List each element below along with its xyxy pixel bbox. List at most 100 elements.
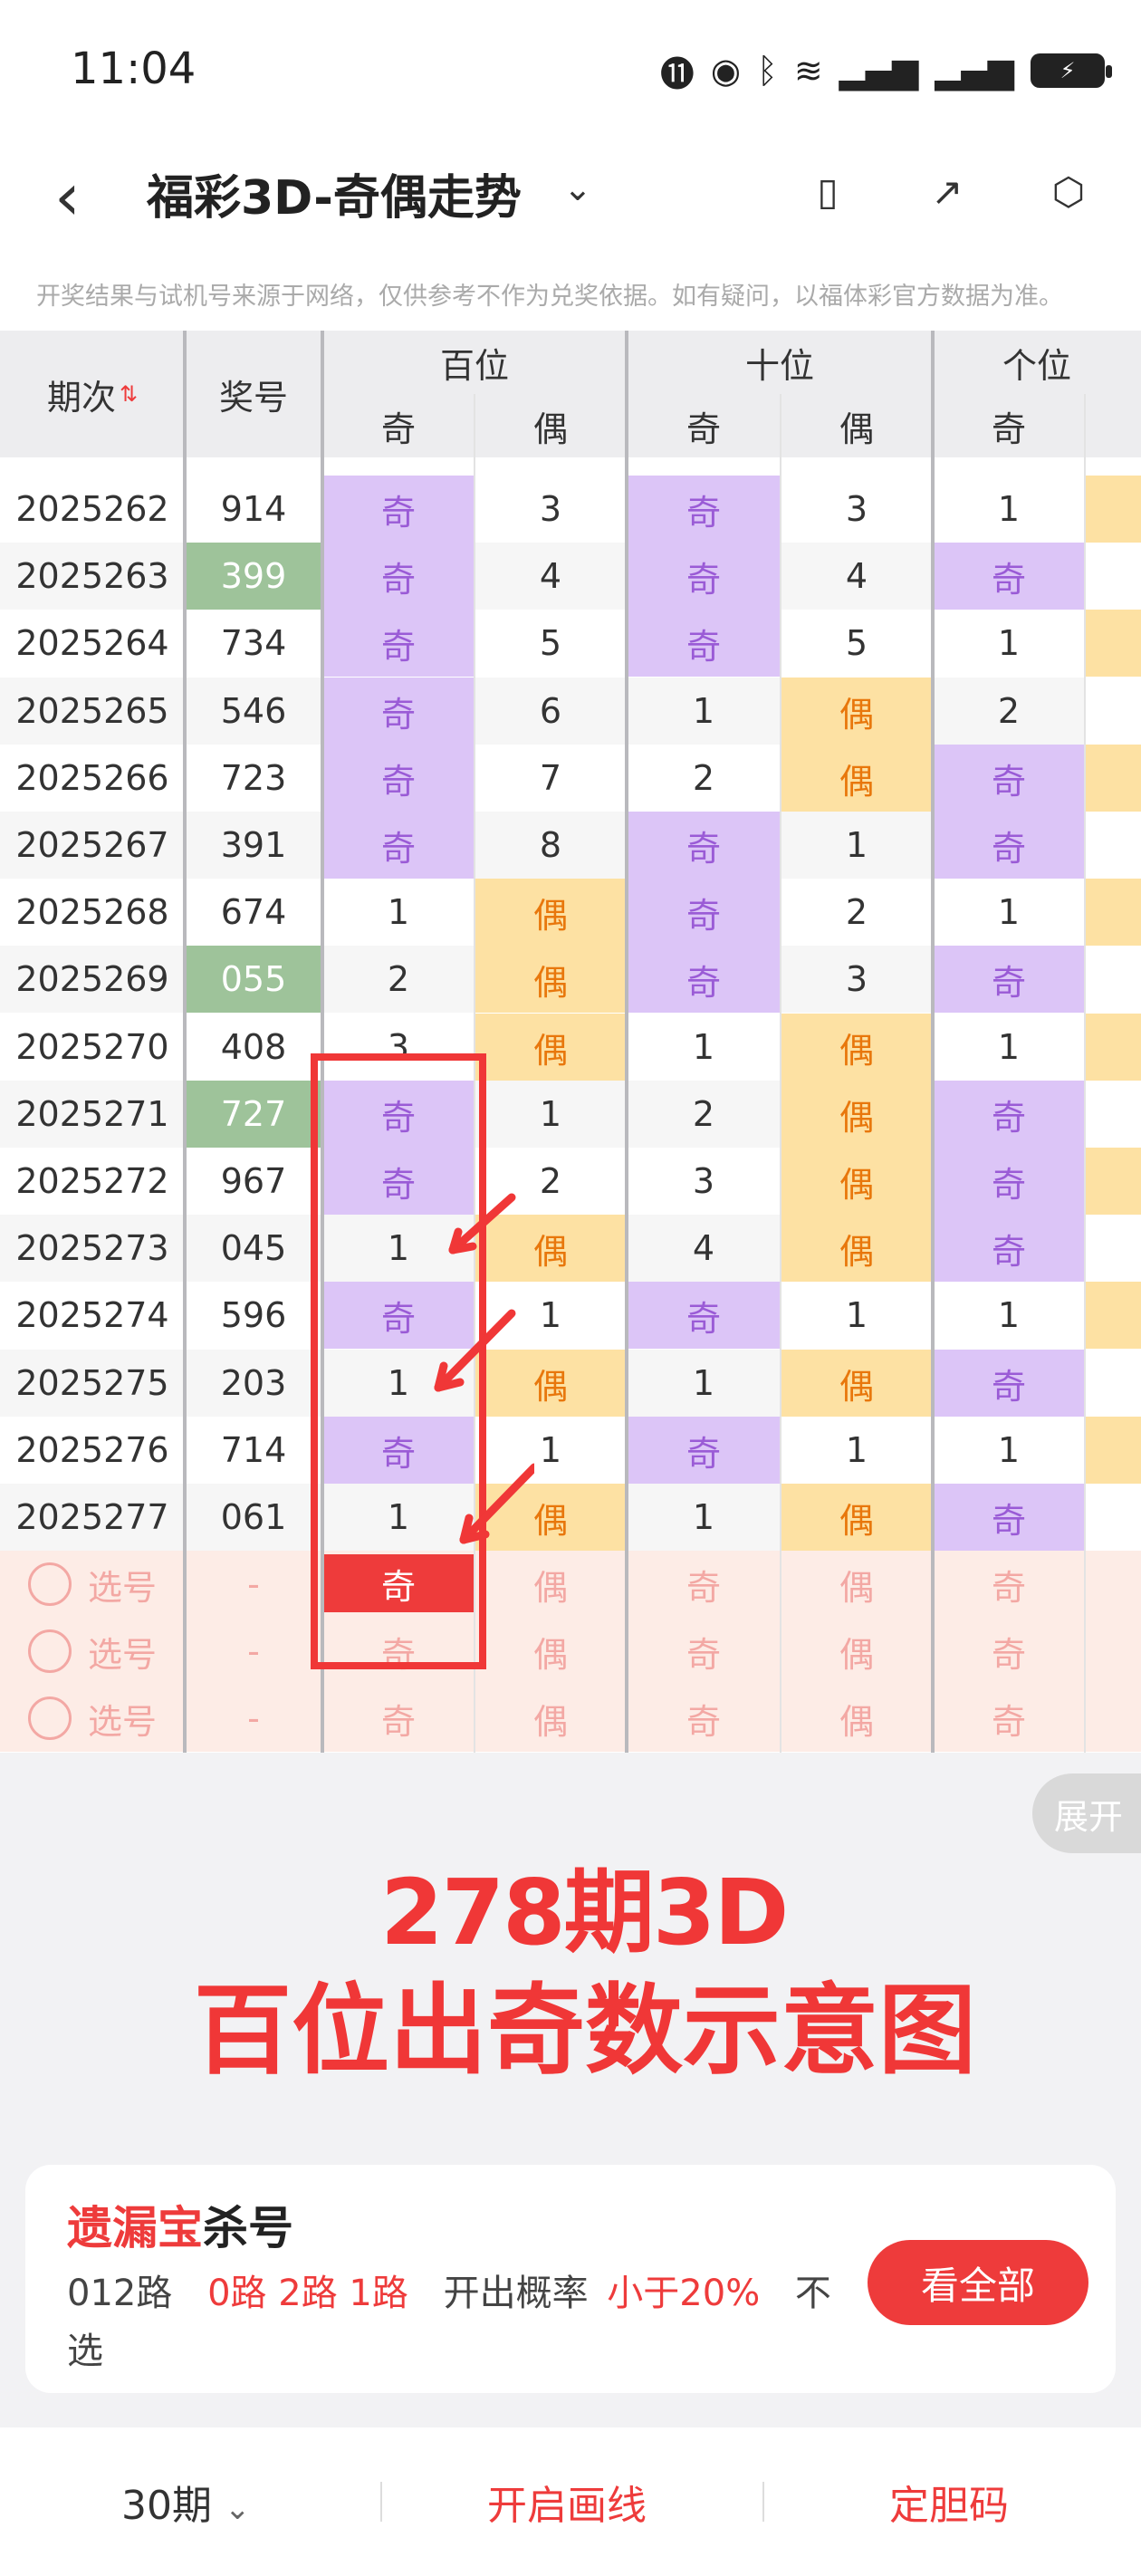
period-cell: 2025264 [0,610,185,677]
number-cell: 055 [185,946,322,1013]
period-cell: 2025273 [0,1215,185,1282]
trend-cell: 4 [475,543,627,610]
trend-cell-stub [1085,476,1141,543]
lock-digit-button[interactable]: 定胆码 [889,2473,1009,2531]
back-arrow-icon[interactable]: ‹ [54,159,81,235]
trend-cell: 1 [627,1484,781,1551]
col-header-period[interactable]: 期次 ⇅ [0,331,185,457]
trend-cell: 奇 [933,543,1085,610]
sort-icon[interactable]: ⇅ [120,381,138,407]
view-all-button[interactable]: 看全部 [868,2240,1088,2325]
trend-cell: 奇 [933,1484,1085,1551]
trend-cell: 奇 [933,1350,1085,1417]
number-cell: 391 [185,812,322,879]
trend-cell: 1 [322,879,475,946]
period-cell: 2025265 [0,678,185,745]
row-remnant [0,457,1141,476]
radio-icon[interactable] [27,1562,72,1606]
select-row-label[interactable]: 选号 [0,1551,185,1618]
trend-cell: 1 [933,1417,1085,1484]
trend-cell-stub [1085,678,1141,745]
radio-icon[interactable] [27,1629,72,1673]
number-cell: 399 [185,543,322,610]
select-cell[interactable]: 奇 [933,1551,1085,1618]
trend-cell-stub [1085,610,1141,677]
period-cell: 2025274 [0,1282,185,1349]
trend-cell: 奇 [933,812,1085,879]
select-cell[interactable]: 偶 [475,1685,627,1752]
eye-icon: ◉ [710,51,741,91]
period-cell: 2025267 [0,812,185,879]
trend-cell: 偶 [475,1014,627,1081]
trend-cell: 1 [933,879,1085,946]
period-select[interactable]: 30期 ⌄ [121,2473,251,2531]
select-cell[interactable]: 偶 [475,1618,627,1685]
trend-cell: 4 [781,543,933,610]
trend-cell: 奇 [322,610,475,677]
select-row-label[interactable]: 选号 [0,1618,185,1685]
phone-layout-icon[interactable]: ▯ [801,165,855,219]
select-cell[interactable]: 奇 [627,1618,781,1685]
select-cell[interactable]: 偶 [781,1685,933,1752]
column-divider [183,331,187,1753]
number-cell: 714 [185,1417,322,1484]
trend-cell-stub [1085,1350,1141,1417]
sub-column-divider [1084,394,1086,1753]
divider [762,2482,764,2522]
trend-cell: 奇 [627,879,781,946]
period-cell: 2025277 [0,1484,185,1551]
select-cell[interactable]: 奇 [933,1618,1085,1685]
trend-cell: 奇 [322,476,475,543]
settings-icon[interactable]: ⬡ [1041,165,1096,219]
trend-cell: 奇 [322,678,475,745]
chevron-down-icon[interactable]: ⌄ [563,168,592,208]
trend-cell-stub [1085,1081,1141,1148]
trend-cell: 1 [627,678,781,745]
trend-cell-stub [1085,1148,1141,1215]
trend-cell: 偶 [781,1350,933,1417]
period-cell: 2025270 [0,1014,185,1081]
sub-header-even: 偶 [781,394,933,457]
select-dash: - [247,1698,260,1738]
sub-column-divider [780,394,781,1753]
select-dash: - [247,1564,260,1604]
sub-header-odd: 奇 [627,394,781,457]
trend-cell: 1 [933,1014,1085,1081]
trend-cell: 1 [627,1014,781,1081]
trend-cell: 8 [475,812,627,879]
trend-cell-stub [1085,543,1141,610]
select-row-label[interactable]: 选号 [0,1685,185,1752]
select-cell[interactable]: 奇 [627,1685,781,1752]
number-cell: 967 [185,1148,322,1215]
sub-header-even [1085,394,1141,457]
trend-cell: 奇 [322,812,475,879]
expand-button[interactable]: 展开 [1032,1773,1141,1853]
select-cell[interactable]: 奇 [933,1685,1085,1752]
draw-line-button[interactable]: 开启画线 [487,2473,647,2531]
trend-cell-stub [1085,812,1141,879]
period-cell: 2025271 [0,1081,185,1148]
trend-cell: 偶 [475,946,627,1013]
period-select-label: 30期 [121,2483,212,2529]
share-icon[interactable]: ↗ [920,165,974,219]
radio-icon[interactable] [27,1697,72,1740]
column-divider [625,331,628,1753]
page-title[interactable]: 福彩3D-奇偶走势 [147,159,522,227]
trend-cell: 偶 [781,745,933,812]
select-cell[interactable]: 奇 [322,1685,475,1752]
trend-cell: 奇 [627,946,781,1013]
select-cell[interactable]: 奇 [627,1551,781,1618]
select-cell[interactable]: 偶 [781,1618,933,1685]
card-title: 遗漏宝杀号 [67,2192,293,2257]
sub-header-odd: 奇 [933,394,1085,457]
trend-cell: 2 [627,1081,781,1148]
select-cell[interactable]: 偶 [781,1551,933,1618]
trend-cell: 1 [627,1350,781,1417]
trend-cell: 6 [475,678,627,745]
trend-cell: 奇 [933,1215,1085,1282]
select-label: 选号 [87,1701,157,1742]
select-cell[interactable]: 偶 [475,1551,627,1618]
trend-cell: 奇 [933,1081,1085,1148]
trend-table: 期次 ⇅ 奖号 百位奇偶十位奇偶个位奇 2025262 914 奇 3 奇 3 1 2025263 39… [0,331,1141,1753]
column-divider [931,331,935,1753]
